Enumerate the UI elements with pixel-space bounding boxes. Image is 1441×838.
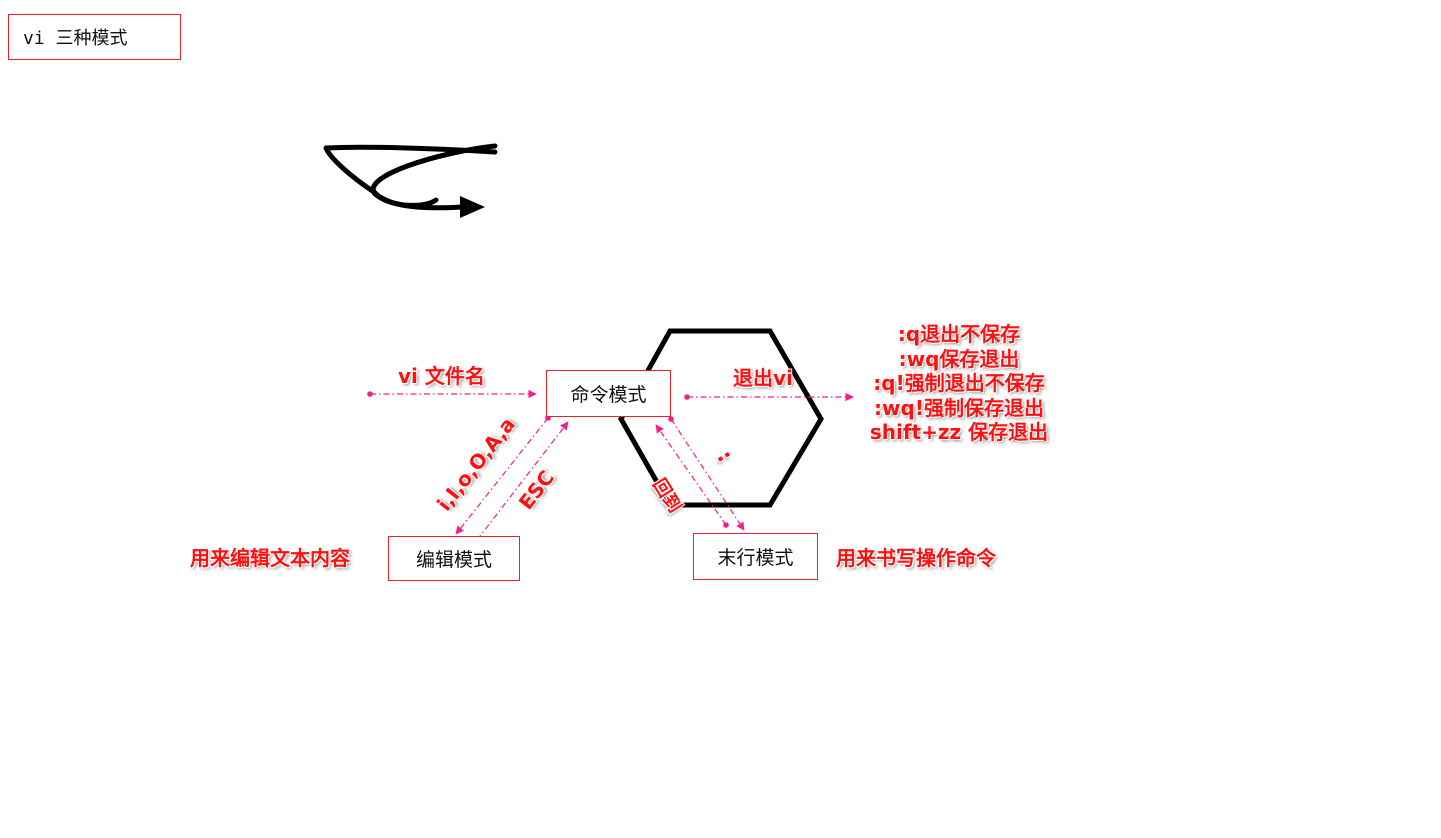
exit-vi-label: 退出vi: [733, 366, 793, 390]
exit-command-item: :q!强制退出不保存: [873, 371, 1045, 395]
arrow-cmd-to-last: [670, 418, 745, 531]
exit-command-item: shift+zz 保存退出: [869, 420, 1049, 444]
command-mode-label: 命令模式: [570, 384, 647, 406]
hexagon-shape: [618, 328, 824, 508]
title-box: vi 三种模式: [8, 14, 181, 60]
open-file-label: vi 文件名: [398, 364, 485, 388]
edit-mode-box: 编辑模式: [388, 536, 520, 581]
exit-command-item: :q退出不保存: [897, 322, 1021, 346]
exit-commands-list: :q退出不保存 :wq保存退出 :q!强制退出不保存 :wq!强制保存退出 sh…: [850, 322, 1068, 445]
diagram-canvas: [323, 143, 854, 543]
scribble-arrowhead: [460, 196, 485, 218]
command-mode-box: 命令模式: [546, 370, 671, 417]
title-text: vi 三种模式: [23, 28, 128, 49]
exit-command-item: :wq!强制保存退出: [874, 395, 1044, 420]
edit-mode-description: 用来编辑文本内容: [190, 546, 350, 570]
last-line-mode-label: 末行模式: [717, 547, 794, 569]
exit-command-item: :wq保存退出: [898, 346, 1020, 371]
last-line-mode-description: 用来书写操作命令: [836, 546, 996, 570]
last-line-mode-box: 末行模式: [693, 533, 818, 580]
scribble-arrow: [323, 143, 498, 211]
edit-mode-label: 编辑模式: [415, 549, 492, 571]
